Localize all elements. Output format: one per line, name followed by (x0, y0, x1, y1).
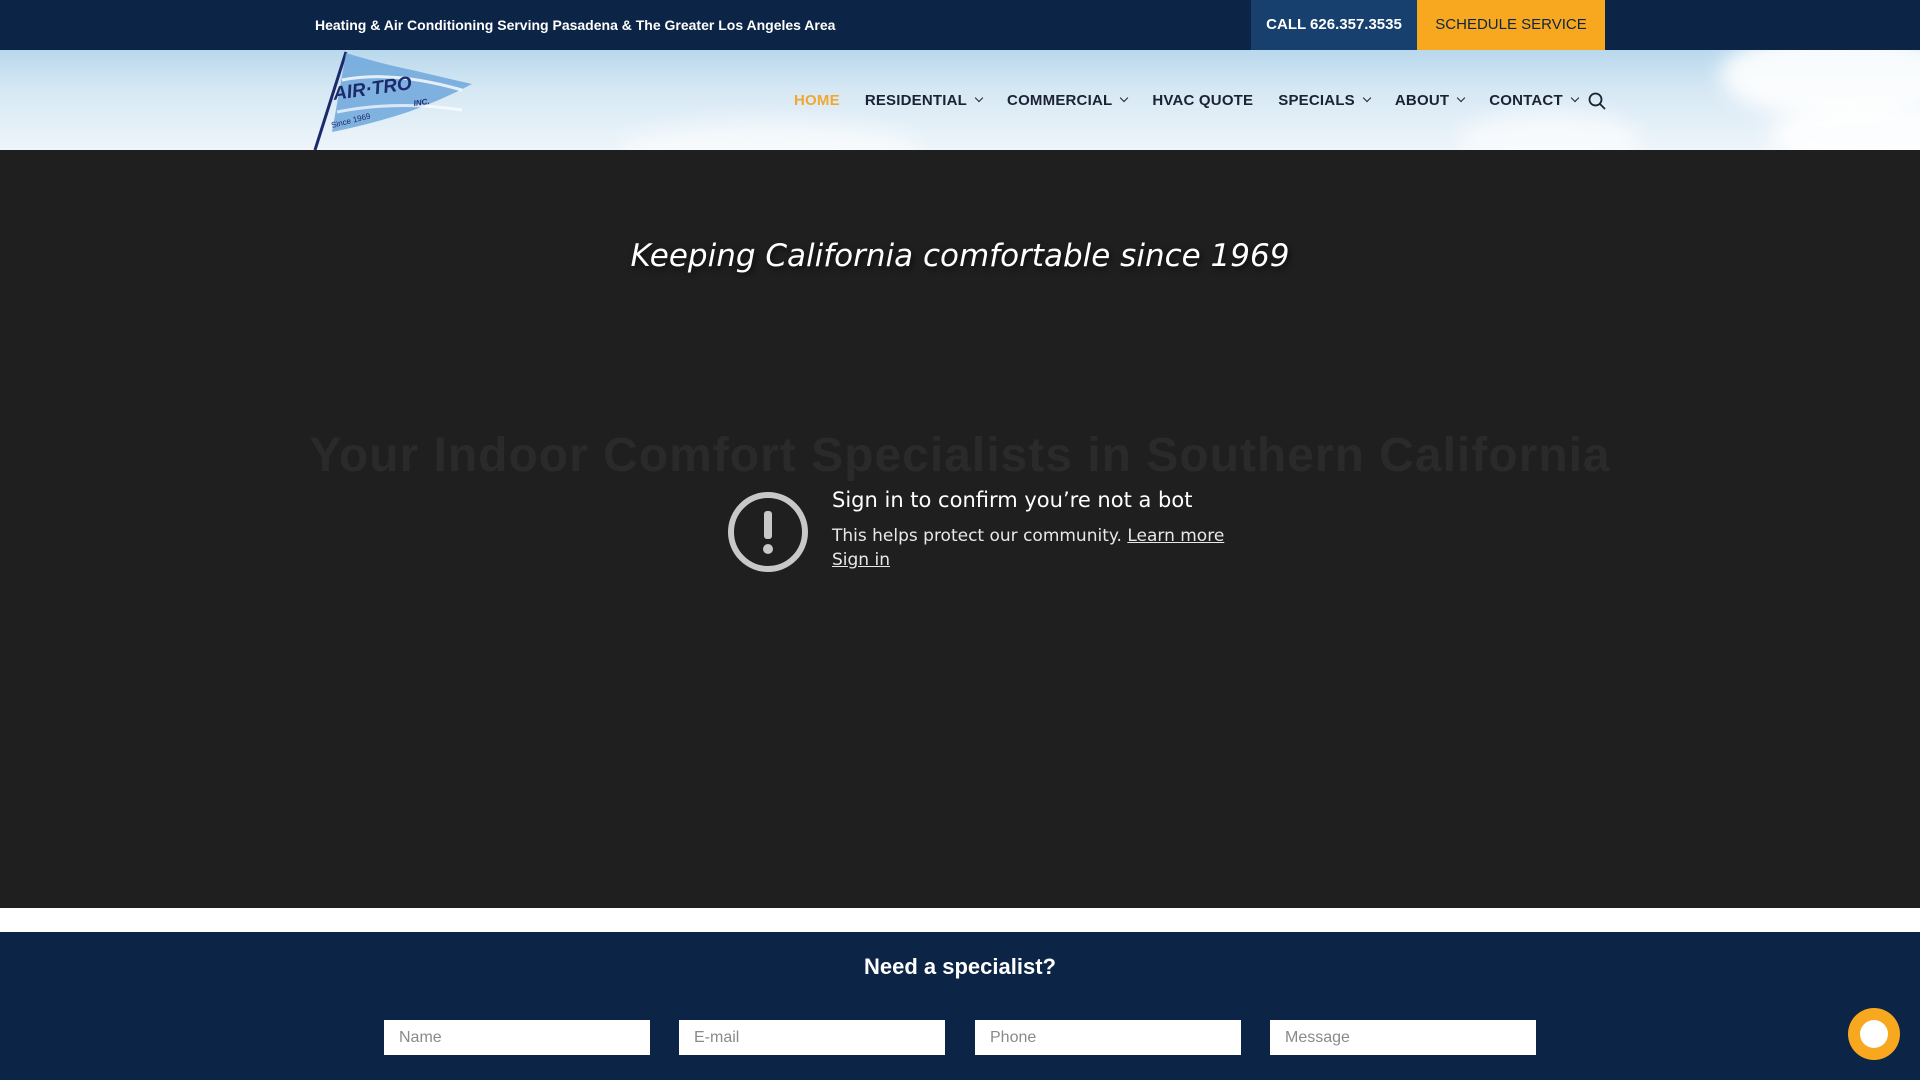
search-icon[interactable] (1587, 91, 1607, 111)
chevron-down-icon (1456, 93, 1466, 103)
warning-icon (728, 492, 808, 572)
email-field[interactable] (679, 1020, 945, 1055)
air-tro-logo[interactable]: AIR·TRO INC. Since 1969 (312, 50, 472, 150)
phone-field[interactable] (975, 1020, 1241, 1055)
nav-item-home[interactable]: HOME (794, 92, 840, 109)
nav-item-contact[interactable]: CONTACT (1489, 92, 1580, 109)
nav-item-about[interactable]: ABOUT (1395, 92, 1466, 109)
video-background-text: Your Indoor Comfort Specialists in South… (309, 429, 1611, 482)
specialist-title: Need a specialist? (864, 954, 1056, 979)
hero-title: Keeping California comfortable since 196… (630, 238, 1290, 274)
main-nav: HOME RESIDENTIAL COMMERCIAL HVAC QUOTE S… (794, 50, 1603, 150)
learn-more-link[interactable]: Learn more (1127, 526, 1224, 546)
top-bar-tagline: Heating & Air Conditioning Serving Pasad… (315, 17, 836, 33)
nav-item-residential[interactable]: RESIDENTIAL (865, 92, 984, 109)
name-field[interactable] (384, 1020, 650, 1055)
bot-check-title: Sign in to confirm you’re not a bot (832, 488, 1193, 512)
specialist-section: Need a specialist? (0, 932, 1920, 1080)
nav-item-commercial[interactable]: COMMERCIAL (1007, 92, 1129, 109)
message-field[interactable] (1270, 1020, 1536, 1055)
schedule-service-button[interactable]: SCHEDULE SERVICE (1417, 0, 1605, 50)
chevron-down-icon (1120, 93, 1129, 103)
chat-bubble-icon (1860, 1020, 1888, 1048)
embedded-video-area[interactable]: Keeping California comfortable since 196… (0, 150, 1920, 908)
bot-check-subtitle: This helps protect our community. Learn … (832, 526, 1225, 546)
nav-item-specials[interactable]: SPECIALS (1278, 92, 1372, 109)
site-header: AIR·TRO INC. Since 1969 HOME RESIDENTIAL… (0, 50, 1920, 150)
top-bar: Heating & Air Conditioning Serving Pasad… (0, 0, 1920, 50)
chevron-down-icon (1362, 93, 1372, 103)
call-button[interactable]: CALL 626.357.3535 (1251, 0, 1417, 50)
chat-button[interactable] (1848, 1008, 1900, 1060)
nav-item-hvac-quote[interactable]: HVAC QUOTE (1152, 92, 1253, 109)
chevron-down-icon (1570, 93, 1580, 103)
chevron-down-icon (974, 93, 984, 103)
sign-in-link[interactable]: Sign in (832, 550, 890, 570)
